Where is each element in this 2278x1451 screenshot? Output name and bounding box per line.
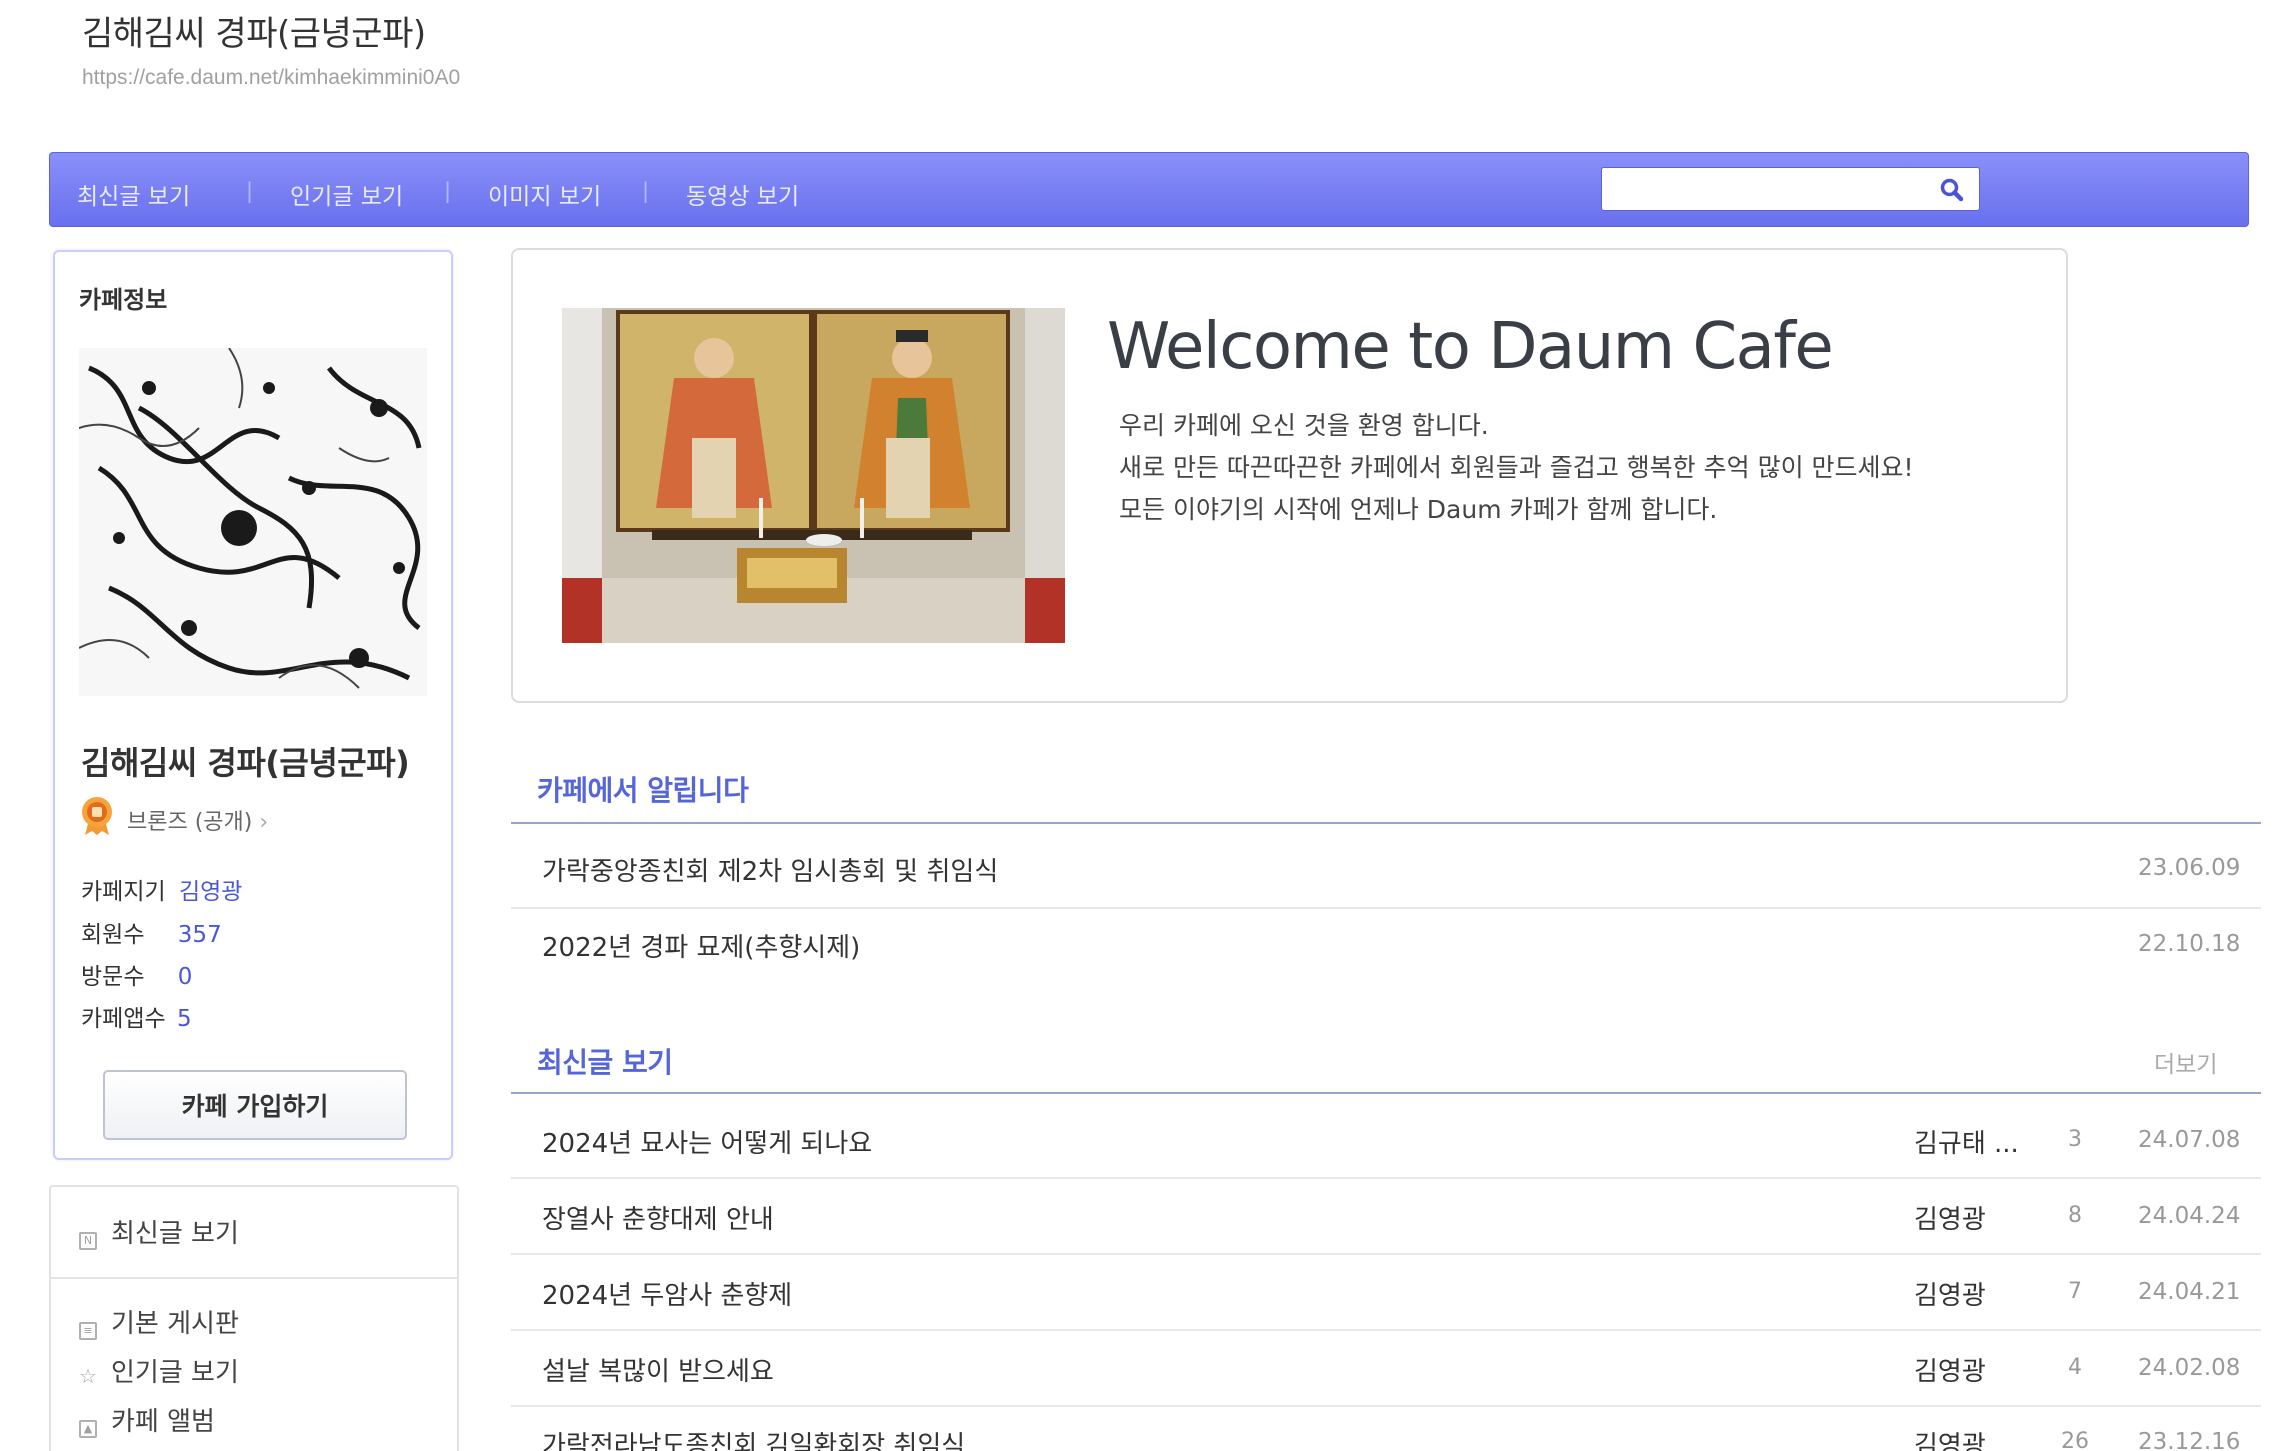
section-divider [511,1092,2261,1094]
welcome-line: 모든 이야기의 시작에 언제나 Daum 카페가 함께 합니다. [1119,495,1718,524]
nav-separator: | [246,179,254,203]
menu-label: 최신글 보기 [111,1219,239,1249]
owner-value[interactable]: 김영광 [179,879,242,905]
post-row-author[interactable]: 김영광 [1914,1199,1986,1236]
image-icon: ▲ [79,1420,97,1438]
section-divider [511,822,2261,824]
menu-label: 카페 앨범 [111,1407,215,1437]
post-row-author[interactable]: 김규태 ... [1914,1123,2019,1160]
more-link[interactable]: 더보기 [2154,1045,2217,1079]
search-box [1601,167,1980,211]
post-row-title[interactable]: 2024년 묘사는 어떻게 되나요 [542,1123,872,1160]
notice-row-date: 22.10.18 [2138,931,2241,957]
post-row-date: 24.07.08 [2138,1127,2241,1153]
nav-separator: | [642,179,650,203]
post-row-count: 4 [2068,1355,2082,1380]
row-divider [511,1329,2261,1331]
notice-row-title[interactable]: 가락중앙종친회 제2차 임시총회 및 취임식 [542,851,998,888]
owner-row: 카페지기 김영광 [81,872,242,906]
notice-row-title[interactable]: 2022년 경파 묘제(추향시제) [542,927,860,964]
visits-value: 0 [177,964,193,990]
row-divider [511,1177,2261,1179]
notice-row-date: 23.06.09 [2138,855,2241,881]
visits-row: 방문수 0 [81,957,192,991]
nav-videos[interactable]: 동영상 보기 [686,177,799,211]
welcome-title: Welcome to Daum Cafe [1107,310,1834,384]
nav-popular-posts[interactable]: 인기글 보기 [290,177,403,211]
post-row-count: 7 [2068,1279,2082,1304]
menu-cafe-album[interactable]: ▲ 카페 앨범 [79,1401,215,1438]
apps-label: 카페앱수 [81,1006,166,1032]
menu-popular-posts[interactable]: ☆ 인기글 보기 [79,1352,239,1389]
bronze-medal-icon [79,796,115,836]
post-row-count: 26 [2061,1429,2089,1451]
nav-images[interactable]: 이미지 보기 [488,177,601,211]
welcome-line: 우리 카페에 오신 것을 환영 합니다. [1119,411,1489,440]
menu-divider [51,1277,457,1279]
welcome-line: 새로 만든 따끈따끈한 카페에서 회원들과 즐겁고 행복한 추억 많이 만드세요… [1119,453,1914,482]
grade-label: 브론즈 (공개) [127,810,253,835]
star-icon: ☆ [79,1364,97,1388]
post-row-date: 24.04.21 [2138,1279,2241,1305]
nav-separator: | [444,179,452,203]
notices-heading: 카페에서 알립니다 [537,774,749,807]
cafe-info-panel: 카페정보 김해김씨 경파(금녕군파) 브론즈 (공개) › 카페지기 김영광 회… [53,250,453,1160]
owner-label: 카페지기 [81,879,166,905]
search-input[interactable] [1612,168,1932,208]
board-icon: ≡ [79,1322,97,1340]
nav-latest-posts[interactable]: 최신글 보기 [77,177,190,211]
row-divider [511,907,2261,909]
post-row-date: 23.12.16 [2138,1429,2241,1451]
menu-label: 인기글 보기 [111,1358,239,1388]
members-row: 회원수 357 [81,915,222,949]
sidebar-menu: N 최신글 보기 ≡ 기본 게시판 ☆ 인기글 보기 ▲ 카페 앨범 [49,1185,459,1451]
post-row-title[interactable]: 2024년 두암사 춘향제 [542,1275,792,1312]
shrine-portrait-image [562,308,1065,643]
welcome-panel: Welcome to Daum Cafe 우리 카페에 오신 것을 환영 합니다… [511,248,2068,703]
row-divider [511,1405,2261,1407]
top-navbar: 최신글 보기 | 인기글 보기 | 이미지 보기 | 동영상 보기 [49,152,2249,227]
members-label: 회원수 [81,922,145,948]
cafe-profile-image[interactable] [79,348,427,696]
post-row-author[interactable]: 김영광 [1914,1351,1986,1388]
row-divider [511,1253,2261,1255]
menu-label: 기본 게시판 [111,1309,239,1339]
cafe-name: 김해김씨 경파(금녕군파) [81,744,410,782]
menu-basic-board[interactable]: ≡ 기본 게시판 [79,1303,239,1340]
cafe-url[interactable]: https://cafe.daum.net/kimhaekimmini0A0 [82,66,460,90]
members-value: 357 [177,922,222,948]
join-cafe-button[interactable]: 카페 가입하기 [103,1070,407,1140]
cafe-title[interactable]: 김해김씨 경파(금녕군파) [82,6,426,55]
post-row-title[interactable]: 장열사 춘향대제 안내 [542,1199,774,1236]
post-row-author[interactable]: 김영광 [1914,1275,1986,1312]
visits-label: 방문수 [81,964,145,990]
post-row-count: 8 [2068,1203,2082,1228]
cafe-info-heading: 카페정보 [79,286,168,314]
search-icon[interactable] [1939,177,1965,203]
cafe-grade[interactable]: 브론즈 (공개) › [127,804,268,836]
post-row-count: 3 [2068,1127,2082,1152]
menu-latest-posts[interactable]: N 최신글 보기 [79,1213,239,1250]
post-row-author[interactable]: 김영광 [1914,1425,1986,1451]
apps-row: 카페앱수 5 [81,999,192,1033]
post-row-title[interactable]: 가락전라남도종친회 김일환회장 취임식 [542,1425,965,1451]
latest-posts-heading: 최신글 보기 [537,1046,673,1079]
post-row-date: 24.02.08 [2138,1355,2241,1381]
post-row-date: 24.04.24 [2138,1203,2241,1229]
new-badge-icon: N [79,1232,97,1250]
chevron-right-icon: › [259,810,269,835]
apps-value: 5 [176,1006,192,1032]
post-row-title[interactable]: 설날 복많이 받으세요 [542,1351,774,1388]
